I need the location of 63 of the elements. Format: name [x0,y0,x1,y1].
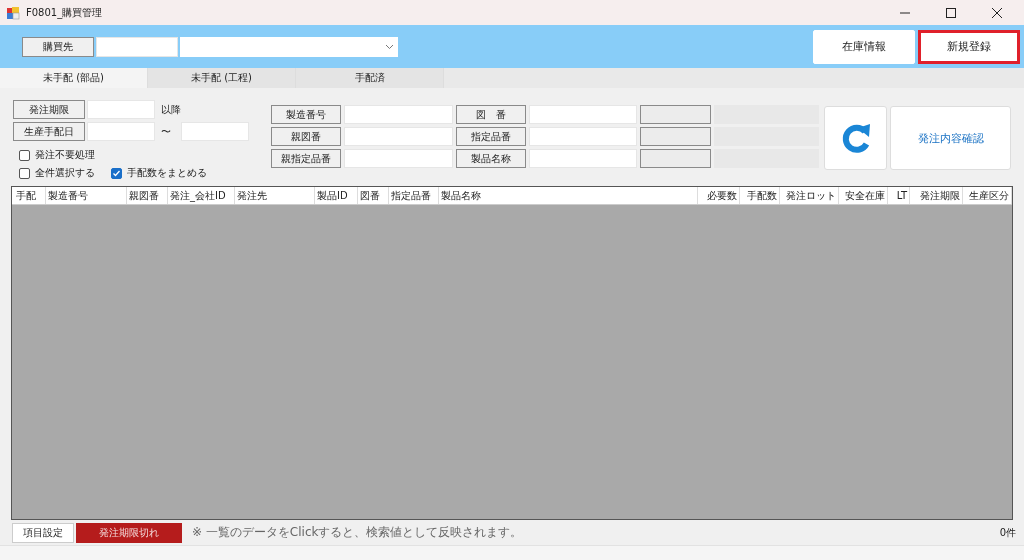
column-header[interactable]: 製品名称 [439,187,698,204]
checkbox[interactable] [111,167,122,179]
supplier-code-field[interactable] [96,36,178,57]
header-button[interactable]: 新規登録 [918,29,1020,64]
search-label-button[interactable]: 製品名称 [456,149,526,168]
confirm-order-button[interactable]: 発注内容確認 [890,106,1011,170]
readonly-field [640,127,711,146]
column-settings-button[interactable]: 項目設定 [12,522,74,543]
column-header[interactable]: 手配 [14,187,46,204]
date-field[interactable] [87,122,155,141]
filter-label-button[interactable]: 生産手配日 [13,122,85,141]
overdue-legend: 発注期限切れ [76,522,182,543]
window-title: F0801_購買管理 [26,5,103,20]
search-label-button[interactable]: 指定品番 [456,127,526,146]
column-header[interactable]: 指定品番 [389,187,439,204]
search-field[interactable] [344,105,453,124]
search-field[interactable] [529,127,637,146]
hint-text: ※ 一覧のデータをClickすると、検索値として反映されます。 [192,524,523,541]
column-header[interactable]: 製品ID [315,187,358,204]
column-header[interactable]: 発注先 [235,187,315,204]
checkbox[interactable] [19,149,30,161]
column-header[interactable]: 生産区分 [963,187,1012,204]
column-header[interactable]: 製造番号 [46,187,127,204]
header-button[interactable]: 在庫情報 [813,29,915,64]
column-header[interactable]: 図番 [358,187,389,204]
column-header[interactable]: 必要数 [698,187,740,204]
chevron-icon [385,43,394,50]
supplier-combobox[interactable] [180,36,398,57]
readonly-field [640,149,711,168]
search-field[interactable] [344,127,453,146]
refresh-button[interactable] [824,106,887,170]
checkbox[interactable] [19,167,30,179]
date-field[interactable] [87,100,155,119]
maximize-icon[interactable] [946,7,956,18]
supplier-button[interactable]: 購買先 [22,36,94,57]
column-header[interactable]: 発注期限 [910,187,963,204]
column-header[interactable]: LT [888,187,910,204]
close-icon[interactable] [992,7,1002,18]
column-header[interactable]: 発注ロット [780,187,839,204]
checkbox-label: 手配数をまとめる [127,166,207,180]
search-field[interactable] [529,149,637,168]
range-separator: 〜 [161,124,172,139]
column-header[interactable]: 発注_会社ID [168,187,235,204]
after-label: 以降 [161,102,181,117]
search-label-button[interactable]: 図 番 [456,105,526,124]
column-header[interactable]: 親図番 [127,187,168,204]
tab[interactable]: 手配済 [296,68,444,88]
search-field[interactable] [344,149,453,168]
checkbox-label: 全件選択する [35,166,95,180]
search-field[interactable] [529,105,637,124]
tab[interactable]: 未手配 (工程) [148,68,296,88]
app-icon [6,5,20,20]
search-label-button[interactable]: 製造番号 [271,105,341,124]
record-count: 0件 [999,525,1016,540]
search-label-button[interactable]: 親指定品番 [271,149,341,168]
checkbox-label: 発注不要処理 [35,148,95,162]
readonly-field [640,105,711,124]
column-header[interactable]: 手配数 [740,187,780,204]
column-header[interactable]: 安全在庫 [839,187,888,204]
tab[interactable]: 未手配 (部品) [0,68,148,88]
search-label-button[interactable]: 親図番 [271,127,341,146]
filter-label-button[interactable]: 発注期限 [13,100,85,119]
date-field[interactable] [181,122,249,141]
